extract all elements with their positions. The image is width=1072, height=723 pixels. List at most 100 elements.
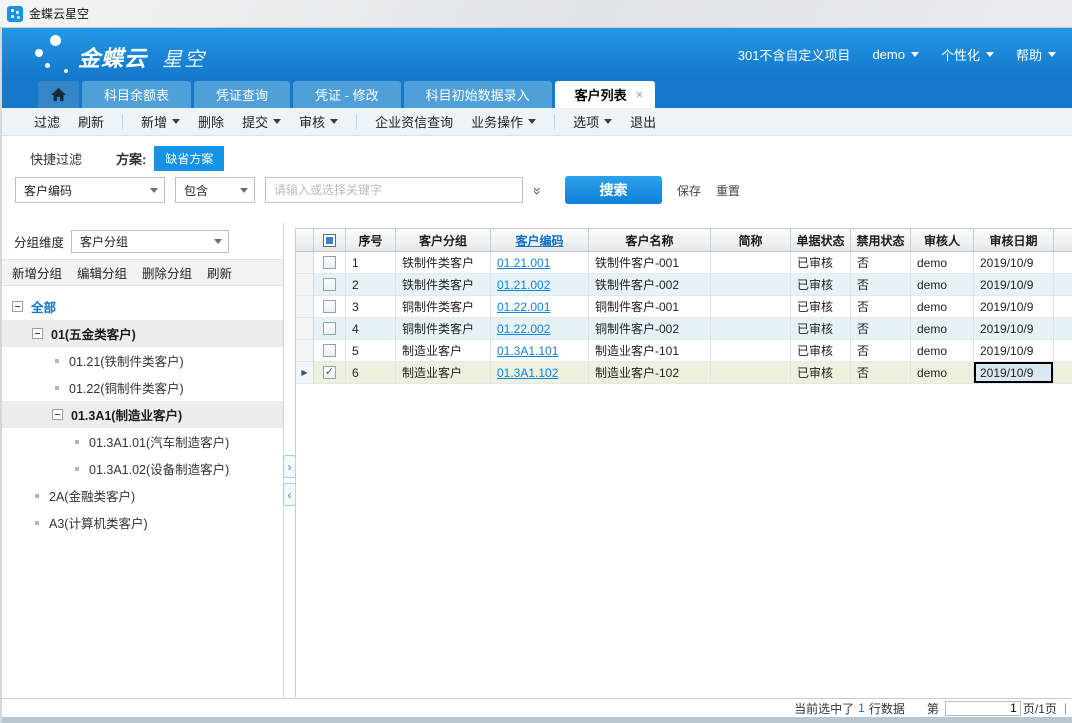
reset-button[interactable]: 重置 bbox=[716, 182, 740, 199]
close-icon[interactable]: × bbox=[636, 88, 644, 101]
delete-group-button[interactable]: 删除分组 bbox=[142, 263, 192, 282]
default-scheme-button[interactable]: 缺省方案 bbox=[154, 146, 224, 171]
row-checkbox[interactable] bbox=[323, 278, 336, 291]
tree-node[interactable]: 01.3A1(制造业客户) bbox=[0, 401, 283, 428]
row-gutter bbox=[296, 340, 314, 362]
toolbar-audit-button[interactable]: 审核 bbox=[299, 112, 338, 131]
status-bar-divider: | bbox=[1064, 701, 1067, 715]
cell-group: 铁制件类客户 bbox=[396, 252, 491, 274]
cell-audit_date: 2019/10/9 bbox=[974, 274, 1054, 296]
edit-group-button[interactable]: 编辑分组 bbox=[77, 263, 127, 282]
personalize-menu[interactable]: 个性化 bbox=[941, 45, 994, 64]
column-header-doc_status[interactable]: 单据状态 bbox=[791, 229, 851, 251]
refresh-group-button[interactable]: 刷新 bbox=[207, 263, 232, 282]
column-header-abbr[interactable]: 简称 bbox=[711, 229, 791, 251]
collapse-icon[interactable] bbox=[12, 301, 23, 312]
tree-node[interactable]: 01.21(铁制件类客户) bbox=[0, 347, 283, 374]
row-checkbox-cell[interactable] bbox=[314, 340, 346, 362]
customer-code-link[interactable]: 01.3A1.102 bbox=[497, 366, 558, 380]
toolbar-refresh-button[interactable]: 刷新 bbox=[78, 112, 104, 131]
table-row[interactable]: 2铁制件类客户01.21.002铁制件客户-002已审核否demo2019/10… bbox=[296, 274, 1072, 296]
column-header-audit_date[interactable]: 审核日期 bbox=[974, 229, 1054, 251]
dimension-select[interactable]: 客户分组 bbox=[71, 230, 229, 253]
row-checkbox-cell[interactable]: ✓ bbox=[314, 362, 346, 384]
filter-area: 快捷过滤 方案: 缺省方案 客户编码 包含 » 搜索 保存 重置 bbox=[0, 136, 1072, 223]
tab-home[interactable] bbox=[38, 81, 79, 108]
column-header-name[interactable]: 客户名称 bbox=[589, 229, 711, 251]
select-all-checkbox[interactable] bbox=[323, 234, 336, 247]
row-checkbox-cell[interactable] bbox=[314, 318, 346, 340]
select-all-cell[interactable] bbox=[314, 229, 346, 251]
toolbar-item-label: 审核 bbox=[299, 112, 325, 131]
toolbar-add-button[interactable]: 新增 bbox=[141, 112, 180, 131]
tab-label: 客户列表 bbox=[575, 85, 627, 104]
toolbar-delete-button[interactable]: 删除 bbox=[198, 112, 224, 131]
row-checkbox[interactable] bbox=[323, 344, 336, 357]
tab-account-initial-data[interactable]: 科目初始数据录入 bbox=[404, 81, 552, 108]
customer-code-link[interactable]: 01.21.002 bbox=[497, 278, 550, 292]
toolbar-submit-button[interactable]: 提交 bbox=[242, 112, 281, 131]
tree-node[interactable]: 01(五金类客户) bbox=[0, 320, 283, 347]
tree-node[interactable]: 01.22(铜制件类客户) bbox=[0, 374, 283, 401]
search-button[interactable]: 搜索 bbox=[565, 176, 662, 204]
customer-code-link[interactable]: 01.3A1.101 bbox=[497, 344, 558, 358]
tree-node[interactable]: 2A(金融类客户) bbox=[0, 482, 283, 509]
customer-code-link[interactable]: 01.22.001 bbox=[497, 300, 550, 314]
tab-voucher-query[interactable]: 凭证查询 bbox=[194, 81, 290, 108]
table-row[interactable]: 4铜制件类客户01.22.002铜制件客户-002已审核否demo2019/10… bbox=[296, 318, 1072, 340]
toolbar-enterprise-credit-query-button[interactable]: 企业资信查询 bbox=[375, 112, 453, 131]
tree-node[interactable]: A3(计算机类客户) bbox=[0, 509, 283, 536]
project-label[interactable]: 301不含自定义项目 bbox=[738, 45, 851, 64]
table-row[interactable]: 5制造业客户01.3A1.101制造业客户-101已审核否demo2019/10… bbox=[296, 340, 1072, 362]
tab-customer-list[interactable]: 客户列表 × bbox=[555, 81, 656, 108]
toolbar-options-button[interactable]: 选项 bbox=[573, 112, 612, 131]
page-input[interactable] bbox=[945, 701, 1021, 716]
cell-seq: 6 bbox=[346, 362, 396, 384]
row-checkbox[interactable] bbox=[323, 256, 336, 269]
customer-code-link[interactable]: 01.22.002 bbox=[497, 322, 550, 336]
row-checkbox-cell[interactable] bbox=[314, 296, 346, 318]
cell-audit_date: 2019/10/9 bbox=[974, 362, 1054, 384]
row-checkbox[interactable] bbox=[323, 322, 336, 335]
column-header-group[interactable]: 客户分组 bbox=[396, 229, 491, 251]
toolbar-business-operation-button[interactable]: 业务操作 bbox=[471, 112, 536, 131]
dimension-label: 分组维度 bbox=[14, 232, 64, 251]
row-checkbox-cell[interactable] bbox=[314, 252, 346, 274]
tab-voucher-modify[interactable]: 凭证 - 修改 bbox=[293, 81, 401, 108]
expand-filter-icon[interactable]: » bbox=[530, 175, 546, 205]
bullet-icon bbox=[75, 467, 79, 471]
cell-code: 01.21.002 bbox=[491, 274, 589, 296]
column-header-auditor[interactable]: 审核人 bbox=[911, 229, 974, 251]
toolbar-exit-button[interactable]: 退出 bbox=[630, 112, 656, 131]
row-checkbox-cell[interactable] bbox=[314, 274, 346, 296]
help-menu[interactable]: 帮助 bbox=[1016, 45, 1056, 64]
add-group-button[interactable]: 新增分组 bbox=[12, 263, 62, 282]
keyword-input[interactable] bbox=[265, 177, 523, 203]
caret-box bbox=[208, 231, 228, 252]
table-row[interactable]: ▶✓6制造业客户01.3A1.102制造业客户-102已审核否demo2019/… bbox=[296, 362, 1072, 384]
row-checkbox[interactable] bbox=[323, 300, 336, 313]
toolbar-filter-button[interactable]: 过滤 bbox=[34, 112, 60, 131]
column-header-code[interactable]: 客户编码 bbox=[491, 229, 589, 251]
filter-field-select[interactable]: 客户编码 bbox=[15, 177, 165, 203]
page-total: 页/1页 bbox=[1023, 700, 1057, 717]
table-row[interactable]: 3铜制件类客户01.22.001铜制件客户-001已审核否demo2019/10… bbox=[296, 296, 1072, 318]
collapse-icon[interactable] bbox=[32, 328, 43, 339]
cell-name: 铜制件客户-002 bbox=[589, 318, 711, 340]
tree-node-label: 01(五金类客户) bbox=[51, 324, 136, 343]
tree-node[interactable]: 全部 bbox=[0, 293, 283, 320]
user-menu[interactable]: demo bbox=[872, 47, 919, 62]
row-checkbox[interactable]: ✓ bbox=[323, 366, 336, 379]
filter-operator-select[interactable]: 包含 bbox=[175, 177, 255, 203]
table-row[interactable]: 1铁制件类客户01.21.001铁制件客户-001已审核否demo2019/10… bbox=[296, 252, 1072, 274]
tree-node[interactable]: 01.3A1.01(汽车制造客户) bbox=[0, 428, 283, 455]
tab-account-balance[interactable]: 科目余额表 bbox=[82, 81, 191, 108]
collapse-icon[interactable] bbox=[52, 409, 63, 420]
column-header-label: 客户编码 bbox=[515, 232, 563, 249]
column-header-seq[interactable]: 序号 bbox=[346, 229, 396, 251]
cell-forbid_status: 否 bbox=[851, 274, 911, 296]
save-button[interactable]: 保存 bbox=[677, 182, 701, 199]
tree-node[interactable]: 01.3A1.02(设备制造客户) bbox=[0, 455, 283, 482]
customer-code-link[interactable]: 01.21.001 bbox=[497, 256, 550, 270]
column-header-forbid_status[interactable]: 禁用状态 bbox=[851, 229, 911, 251]
